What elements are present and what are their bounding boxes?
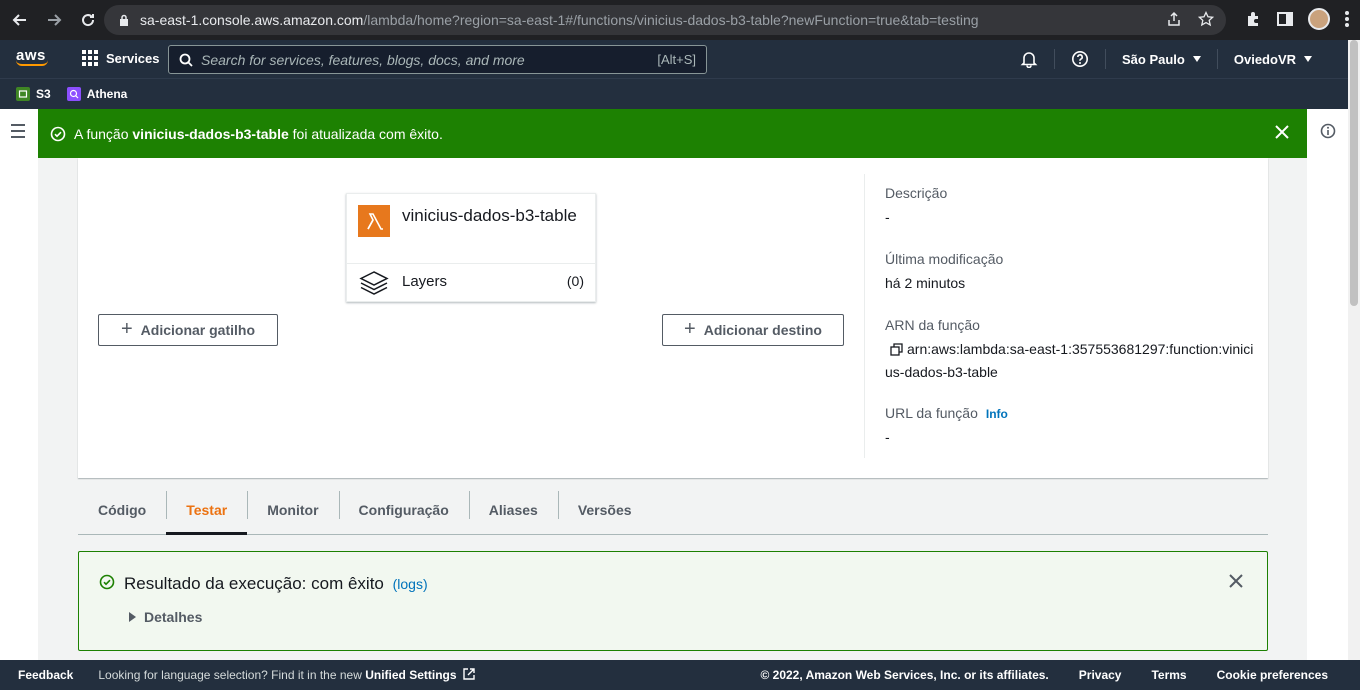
tab-testar[interactable]: Testar — [166, 485, 248, 535]
sidepanel-icon[interactable] — [1276, 10, 1294, 28]
aws-logo[interactable]: aws — [16, 47, 48, 66]
left-nav-rail — [0, 109, 38, 660]
favorite-label: Athena — [86, 87, 128, 101]
bell-icon — [1020, 52, 1038, 68]
success-flashbar: A função vinicius-dados-b3-table foi atu… — [38, 109, 1307, 158]
function-card[interactable]: vinicius-dados-b3-table Layers (0) — [346, 193, 596, 302]
terms-link[interactable]: Terms — [1151, 668, 1186, 682]
logs-link[interactable]: (logs) — [393, 576, 428, 592]
account-menu[interactable]: OviedoVR — [1216, 49, 1328, 69]
cookie-preferences-link[interactable]: Cookie preferences — [1217, 668, 1328, 682]
result-title: Resultado da execução: com êxito (logs) — [124, 574, 428, 593]
last-modified-value: há 2 minutos — [885, 275, 966, 291]
arn-value: arn:aws:lambda:sa-east-1:357553681297:fu… — [885, 341, 1254, 380]
right-tools-rail — [1307, 109, 1348, 660]
layers-label[interactable]: Layers — [402, 273, 447, 290]
tab-monitor[interactable]: Monitor — [247, 485, 338, 534]
back-button[interactable] — [6, 6, 34, 34]
lambda-icon — [358, 205, 390, 237]
favorite-label: S3 — [36, 87, 51, 101]
url-text: sa-east-1.console.aws.amazon.com/lambda/… — [140, 12, 979, 28]
aws-console-header: aws Services [Alt+S] São Paulo OviedoVR — [0, 40, 1348, 78]
function-url-value: - — [885, 429, 890, 445]
search-icon — [179, 53, 193, 67]
services-label: Services — [106, 50, 160, 66]
services-menu[interactable]: Services — [82, 50, 160, 66]
tab-versoes[interactable]: Versões — [557, 485, 652, 534]
function-name: vinicius-dados-b3-table — [402, 206, 577, 225]
region-selector[interactable]: São Paulo — [1105, 49, 1217, 69]
help-button[interactable] — [1054, 49, 1105, 69]
caret-right-icon — [129, 612, 136, 622]
search-box[interactable]: [Alt+S] — [168, 45, 707, 74]
scrollbar-thumb[interactable] — [1350, 40, 1358, 306]
favorites-bar: S3 Athena — [0, 78, 1348, 109]
privacy-link[interactable]: Privacy — [1079, 668, 1122, 682]
account-label: OviedoVR — [1233, 51, 1296, 67]
star-icon[interactable] — [1198, 11, 1214, 27]
details-expander[interactable]: Detalhes — [129, 609, 202, 625]
tab-configuracao[interactable]: Configuração — [338, 485, 469, 534]
function-tabs: Código Testar Monitor Configuração Alias… — [78, 485, 1268, 535]
caret-down-icon — [1192, 56, 1201, 62]
forward-button[interactable] — [40, 6, 68, 34]
last-modified-label: Última modificação — [885, 251, 1004, 267]
caret-down-icon — [1304, 56, 1312, 62]
search-shortcut: [Alt+S] — [657, 52, 696, 67]
search-input[interactable] — [201, 51, 641, 68]
favorite-s3[interactable]: S3 — [16, 87, 51, 101]
copyright: © 2022, Amazon Web Services, Inc. or its… — [760, 668, 1049, 682]
console-footer: Feedback Looking for language selection?… — [0, 660, 1360, 690]
grid-icon — [82, 50, 98, 66]
arn-label: ARN da função — [885, 317, 980, 333]
layers-count: (0) — [566, 273, 584, 289]
athena-icon — [66, 87, 81, 101]
tab-aliases[interactable]: Aliases — [468, 485, 558, 534]
page-scrollbar[interactable] — [1348, 40, 1360, 660]
plus-icon: + — [120, 317, 133, 340]
execution-result-alert: Resultado da execução: com êxito (logs) … — [78, 551, 1268, 651]
plus-icon: + — [684, 317, 696, 340]
unified-settings-link[interactable]: Unified Settings — [365, 668, 456, 682]
address-bar[interactable]: sa-east-1.console.aws.amazon.com/lambda/… — [104, 5, 1226, 35]
close-icon[interactable] — [1275, 125, 1289, 139]
main-content: vinicius-dados-b3-table Layers (0) + Adi… — [38, 158, 1307, 660]
info-circle-icon[interactable] — [1320, 123, 1336, 139]
help-icon — [1072, 51, 1089, 67]
description-label: Descrição — [885, 185, 948, 201]
function-url-label: URL da função Info — [885, 405, 1008, 421]
layers-icon — [359, 271, 389, 295]
arrow-left-icon — [12, 14, 26, 26]
close-icon[interactable] — [1229, 574, 1243, 588]
function-overview-panel: vinicius-dados-b3-table Layers (0) + Adi… — [78, 158, 1268, 478]
flash-message: A função vinicius-dados-b3-table foi atu… — [74, 125, 443, 142]
reload-icon — [82, 14, 95, 27]
arrow-right-icon — [48, 14, 62, 26]
feedback-link[interactable]: Feedback — [18, 668, 73, 682]
add-trigger-button[interactable]: + Adicionar gatilho — [98, 314, 278, 346]
copy-icon[interactable] — [890, 343, 903, 356]
region-label: São Paulo — [1122, 51, 1185, 67]
description-value: - — [885, 209, 890, 225]
profile-avatar[interactable] — [1308, 8, 1330, 30]
browser-toolbar: sa-east-1.console.aws.amazon.com/lambda/… — [0, 0, 1360, 40]
s3-icon — [16, 87, 30, 101]
favorite-athena[interactable]: Athena — [66, 87, 128, 101]
share-icon[interactable] — [1166, 11, 1182, 27]
hamburger-menu-icon[interactable] — [11, 124, 25, 142]
info-link[interactable]: Info — [986, 407, 1008, 421]
arn-value-row: arn:aws:lambda:sa-east-1:357553681297:fu… — [885, 338, 1257, 384]
lock-icon — [120, 14, 128, 26]
check-circle-icon — [50, 126, 66, 141]
external-link-icon — [463, 668, 475, 680]
check-circle-icon — [99, 574, 115, 590]
notifications-button[interactable] — [1004, 49, 1054, 69]
language-notice: Looking for language selection? Find it … — [98, 668, 475, 682]
kebab-menu-icon[interactable] — [1344, 10, 1350, 28]
add-destination-button[interactable]: + Adicionar destino — [662, 314, 844, 346]
tab-codigo[interactable]: Código — [78, 485, 166, 534]
reload-button[interactable] — [74, 6, 102, 34]
extensions-icon[interactable] — [1244, 10, 1262, 28]
